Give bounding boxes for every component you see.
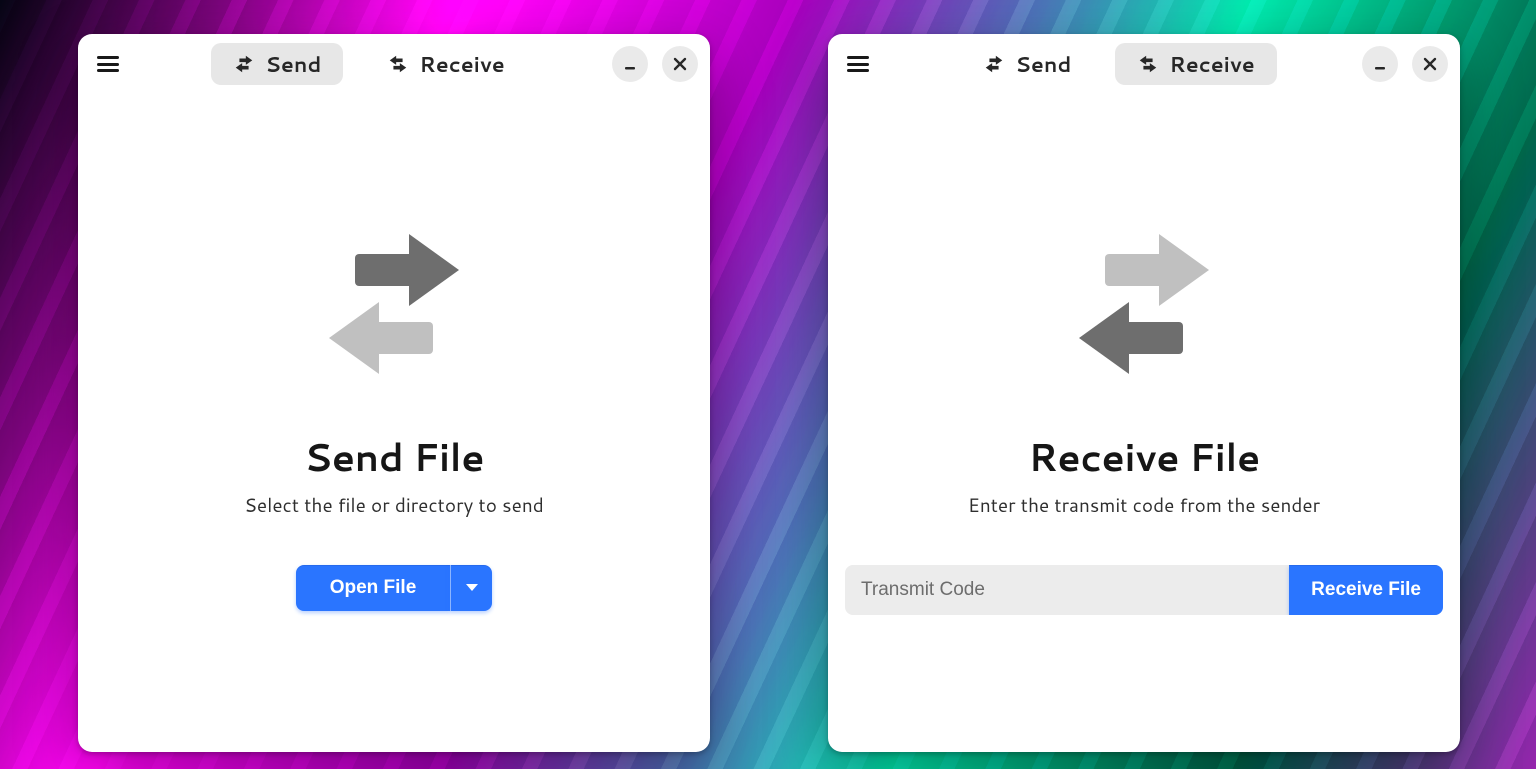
window-controls: [612, 46, 698, 82]
page-subtitle: Enter the transmit code from the sender: [968, 492, 1320, 519]
tab-receive-label: Receive: [419, 49, 504, 79]
open-file-dropdown-button[interactable]: [450, 565, 492, 611]
arrow-right-icon: [1105, 234, 1209, 306]
page-subtitle: Select the file or directory to send: [244, 492, 544, 519]
window-receive: Send Receive: [828, 34, 1460, 752]
transfer-hero-icon: [309, 214, 479, 394]
tabstrip: Send Receive: [884, 43, 1354, 85]
receive-content: Receive File Enter the transmit code fro…: [828, 94, 1460, 752]
transmit-code-input[interactable]: [845, 565, 1289, 615]
page-title: Receive File: [1028, 430, 1260, 484]
hamburger-icon: [97, 56, 119, 72]
close-icon: [673, 57, 687, 71]
arrow-left-icon: [1079, 302, 1183, 374]
transmit-code-row: Receive File: [845, 565, 1443, 615]
page-title: Send File: [304, 430, 484, 484]
receive-arrows-icon: [387, 55, 409, 73]
close-button[interactable]: [662, 46, 698, 82]
tab-send-label: Send: [265, 49, 321, 79]
minimize-icon: [1373, 57, 1387, 71]
tab-send-label: Send: [1015, 49, 1071, 79]
window-send: Send Receive: [78, 34, 710, 752]
tab-receive[interactable]: Receive: [365, 43, 526, 85]
tabstrip: Send Receive: [134, 43, 604, 85]
tab-send[interactable]: Send: [211, 43, 343, 85]
send-arrows-icon: [233, 55, 255, 73]
chevron-down-icon: [465, 583, 479, 593]
receive-arrows-icon: [1137, 55, 1159, 73]
hamburger-icon: [847, 56, 869, 72]
close-icon: [1423, 57, 1437, 71]
window-controls: [1362, 46, 1448, 82]
receive-file-button[interactable]: Receive File: [1289, 565, 1443, 615]
titlebar: Send Receive: [78, 34, 710, 94]
tab-send[interactable]: Send: [961, 43, 1093, 85]
transfer-hero-icon: [1059, 214, 1229, 394]
arrow-right-icon: [355, 234, 459, 306]
desktop-wallpaper: Send Receive: [0, 0, 1536, 769]
tab-receive[interactable]: Receive: [1115, 43, 1276, 85]
arrow-left-icon: [329, 302, 433, 374]
tab-receive-label: Receive: [1169, 49, 1254, 79]
close-button[interactable]: [1412, 46, 1448, 82]
send-content: Send File Select the file or directory t…: [78, 94, 710, 752]
open-file-split-button: Open File: [296, 565, 493, 611]
hamburger-menu-button[interactable]: [840, 46, 876, 82]
hamburger-menu-button[interactable]: [90, 46, 126, 82]
send-arrows-icon: [983, 55, 1005, 73]
minimize-button[interactable]: [1362, 46, 1398, 82]
minimize-icon: [623, 57, 637, 71]
open-file-button[interactable]: Open File: [296, 565, 451, 611]
titlebar: Send Receive: [828, 34, 1460, 94]
minimize-button[interactable]: [612, 46, 648, 82]
